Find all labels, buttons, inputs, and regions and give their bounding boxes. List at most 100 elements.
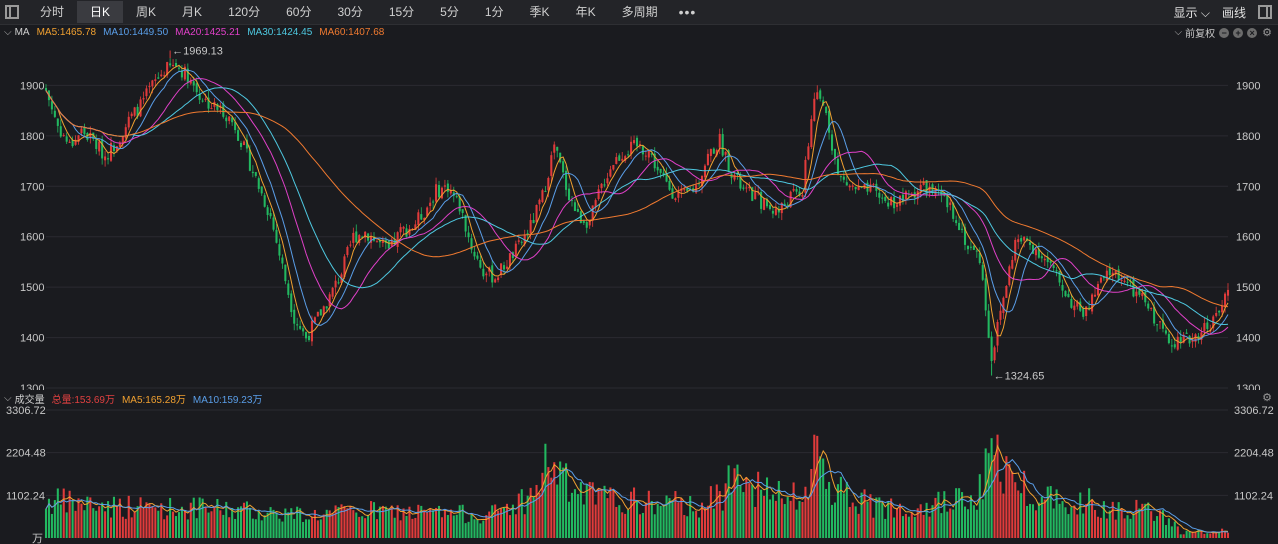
gear-icon[interactable]: ⚙: [1262, 26, 1272, 39]
tab-7[interactable]: 15分: [376, 1, 427, 23]
volume-ma5: MA5:165.28万: [121, 394, 186, 406]
volume-title[interactable]: 成交量: [15, 391, 45, 406]
panel-toggle-icon[interactable]: [1258, 5, 1272, 19]
tab-12[interactable]: 多周期: [609, 1, 671, 23]
volume-collapse-icon[interactable]: ⌵: [4, 393, 12, 404]
volume-bar: [644, 502, 647, 538]
volume-bar: [656, 503, 659, 538]
tab-2[interactable]: 周K: [123, 1, 169, 23]
price-tick-right: 1800: [1236, 131, 1260, 143]
collapse-icon[interactable]: ⌵: [4, 27, 12, 38]
volume-chart[interactable]: 3306.72 3306.72 2204.48 2204.48 1102.24 1102.…: [0, 406, 1278, 544]
candle-body: [1135, 291, 1138, 297]
draw-button[interactable]: 画线: [1222, 4, 1246, 21]
volume-bar: [848, 506, 851, 538]
volume-bar: [231, 507, 234, 538]
adjust-button[interactable]: 前复权: [1185, 25, 1215, 40]
volume-bar: [863, 489, 866, 538]
candle-body: [1156, 324, 1159, 326]
candle-body: [854, 186, 857, 190]
candle-body: [706, 153, 709, 166]
ma-label-2: MA20:1425.21: [175, 26, 241, 38]
tab-1[interactable]: 日K: [77, 1, 124, 23]
tab-8[interactable]: 5分: [427, 1, 472, 23]
candle-body: [328, 294, 331, 307]
volume-bar: [505, 503, 509, 538]
candle-body: [801, 194, 804, 197]
candle-body: [98, 141, 101, 152]
volume-unit: 万: [32, 533, 43, 544]
ma-line-60: [45, 90, 1229, 308]
volume-bar: [275, 512, 278, 538]
price-tick-left: 1300: [20, 383, 44, 390]
candle-body: [647, 150, 650, 158]
candle-body: [1023, 236, 1026, 241]
candle-body: [151, 80, 154, 87]
price-tick-left: 1900: [20, 80, 44, 92]
volume-tick-left: 2204.48: [6, 448, 46, 460]
volume-bar: [281, 521, 284, 538]
price-tick-right: 1900: [1236, 80, 1260, 92]
price-tick-right: 1500: [1236, 282, 1260, 294]
tab-9[interactable]: 1分: [472, 1, 517, 23]
volume-bar: [1099, 517, 1102, 538]
candle-body: [635, 137, 639, 147]
volume-bar: [745, 477, 748, 538]
volume-bar: [1091, 499, 1094, 538]
volume-bar: [647, 490, 650, 538]
volume-bar: [1200, 531, 1203, 538]
volume-bar: [825, 488, 828, 538]
candle-body: [955, 220, 958, 224]
volume-bar: [990, 438, 993, 538]
volume-bar: [1055, 489, 1058, 538]
volume-bar: [668, 498, 671, 538]
tab-5[interactable]: 60分: [273, 1, 324, 23]
zoom-in-icon[interactable]: +: [1233, 27, 1244, 38]
volume-bar: [547, 467, 550, 538]
volume-bar: [139, 497, 142, 538]
volume-bar: [1108, 510, 1111, 538]
sidebar-toggle-icon[interactable]: [5, 5, 19, 19]
volume-bar: [133, 511, 136, 538]
volume-bar: [127, 495, 130, 538]
candle-body: [68, 141, 71, 143]
volume-bar: [1129, 518, 1132, 538]
more-icon[interactable]: •••: [671, 4, 705, 20]
volume-controls: ⚙: [1257, 391, 1272, 404]
volume-bar: [355, 512, 358, 538]
zoom-out-icon[interactable]: −: [1219, 27, 1230, 38]
tab-0[interactable]: 分时: [27, 1, 77, 23]
display-button[interactable]: 显示 ⌵: [1174, 4, 1210, 21]
candle-body: [724, 151, 727, 155]
candle-body: [742, 187, 745, 189]
tab-10[interactable]: 季K: [517, 1, 563, 23]
tab-4[interactable]: 120分: [215, 1, 273, 23]
price-chart[interactable]: 1900 1900 1800 1800 1700 1700 1600 1600 1500 1500…: [0, 40, 1278, 390]
tab-11[interactable]: 年K: [563, 1, 609, 23]
candle-body: [600, 183, 603, 189]
close-icon[interactable]: ×: [1247, 27, 1258, 38]
price-tick-right: 1700: [1236, 181, 1260, 193]
candle-body: [878, 192, 881, 198]
volume-bar: [1176, 526, 1179, 538]
candle-body: [337, 282, 340, 284]
volume-bar: [1170, 526, 1173, 538]
candle-body: [500, 263, 503, 276]
candle-body: [104, 156, 107, 161]
volume-gear-icon[interactable]: ⚙: [1262, 391, 1272, 404]
candle-body: [446, 183, 449, 192]
volume-bar: [488, 511, 491, 538]
tab-6[interactable]: 30分: [324, 1, 375, 23]
candle-body: [904, 191, 907, 200]
candle-body: [603, 184, 606, 186]
volume-bar: [987, 453, 990, 538]
volume-bar: [612, 489, 615, 538]
volume-bar: [901, 516, 904, 538]
tab-3[interactable]: 月K: [169, 1, 215, 23]
indicator-name[interactable]: MA: [15, 27, 30, 38]
volume-bar: [1203, 533, 1206, 538]
volume-bar: [955, 488, 958, 538]
candle-body: [896, 204, 899, 207]
volume-bar: [251, 518, 254, 538]
candle-body: [754, 191, 757, 200]
